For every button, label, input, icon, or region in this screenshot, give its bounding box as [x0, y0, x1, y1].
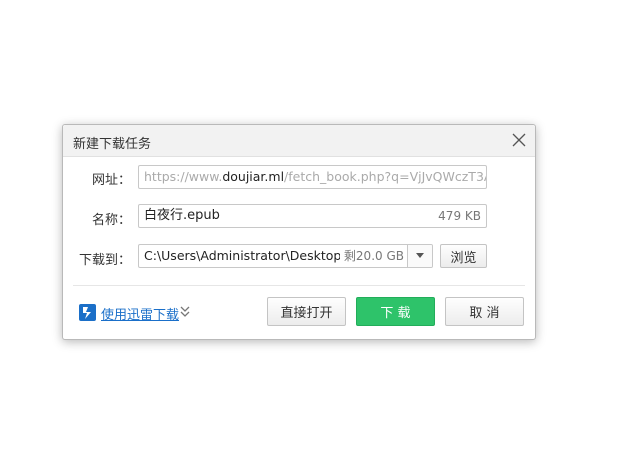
- use-xunlei-link[interactable]: 使用迅雷下载: [101, 304, 179, 323]
- file-size: 479 KB: [438, 209, 481, 223]
- name-label: 名称：: [91, 213, 131, 228]
- new-download-dialog: 新建下载任务 网址： https://www.doujiar.ml/fetch_…: [62, 124, 536, 340]
- dialog-titlebar: 新建下载任务: [63, 125, 535, 157]
- dialog-title: 新建下载任务: [73, 137, 152, 152]
- url-label: 网址：: [91, 173, 131, 188]
- url-field[interactable]: https://www.doujiar.ml/fetch_book.php?q=…: [138, 165, 487, 189]
- xunlei-logo-icon: [79, 304, 96, 321]
- filename-value: 白夜行.epub: [144, 208, 220, 223]
- save-to-label: 下载到：: [78, 253, 131, 268]
- free-space: 剩20.0 GB: [339, 245, 404, 267]
- save-path-value: C:\Users\Administrator\Desktop\: [144, 248, 346, 263]
- download-button[interactable]: 下 载: [356, 297, 435, 326]
- double-chevron-down-icon[interactable]: [179, 305, 191, 319]
- cancel-button[interactable]: 取 消: [445, 297, 524, 326]
- close-icon[interactable]: [509, 130, 529, 150]
- filename-field[interactable]: 白夜行.epub 479 KB: [138, 204, 487, 228]
- footer-divider: [73, 285, 525, 286]
- save-path-select[interactable]: C:\Users\Administrator\Desktop\ 剩20.0 GB: [138, 244, 433, 268]
- dropdown-arrow-icon[interactable]: [407, 245, 432, 267]
- browse-button[interactable]: 浏览: [440, 244, 487, 268]
- url-host: doujiar.ml: [222, 169, 285, 184]
- url-suffix: /fetch_book.php?q=VjJvQWczT3A4N: [284, 169, 486, 184]
- open-directly-button[interactable]: 直接打开: [267, 297, 346, 326]
- url-prefix: https://www.: [144, 169, 223, 184]
